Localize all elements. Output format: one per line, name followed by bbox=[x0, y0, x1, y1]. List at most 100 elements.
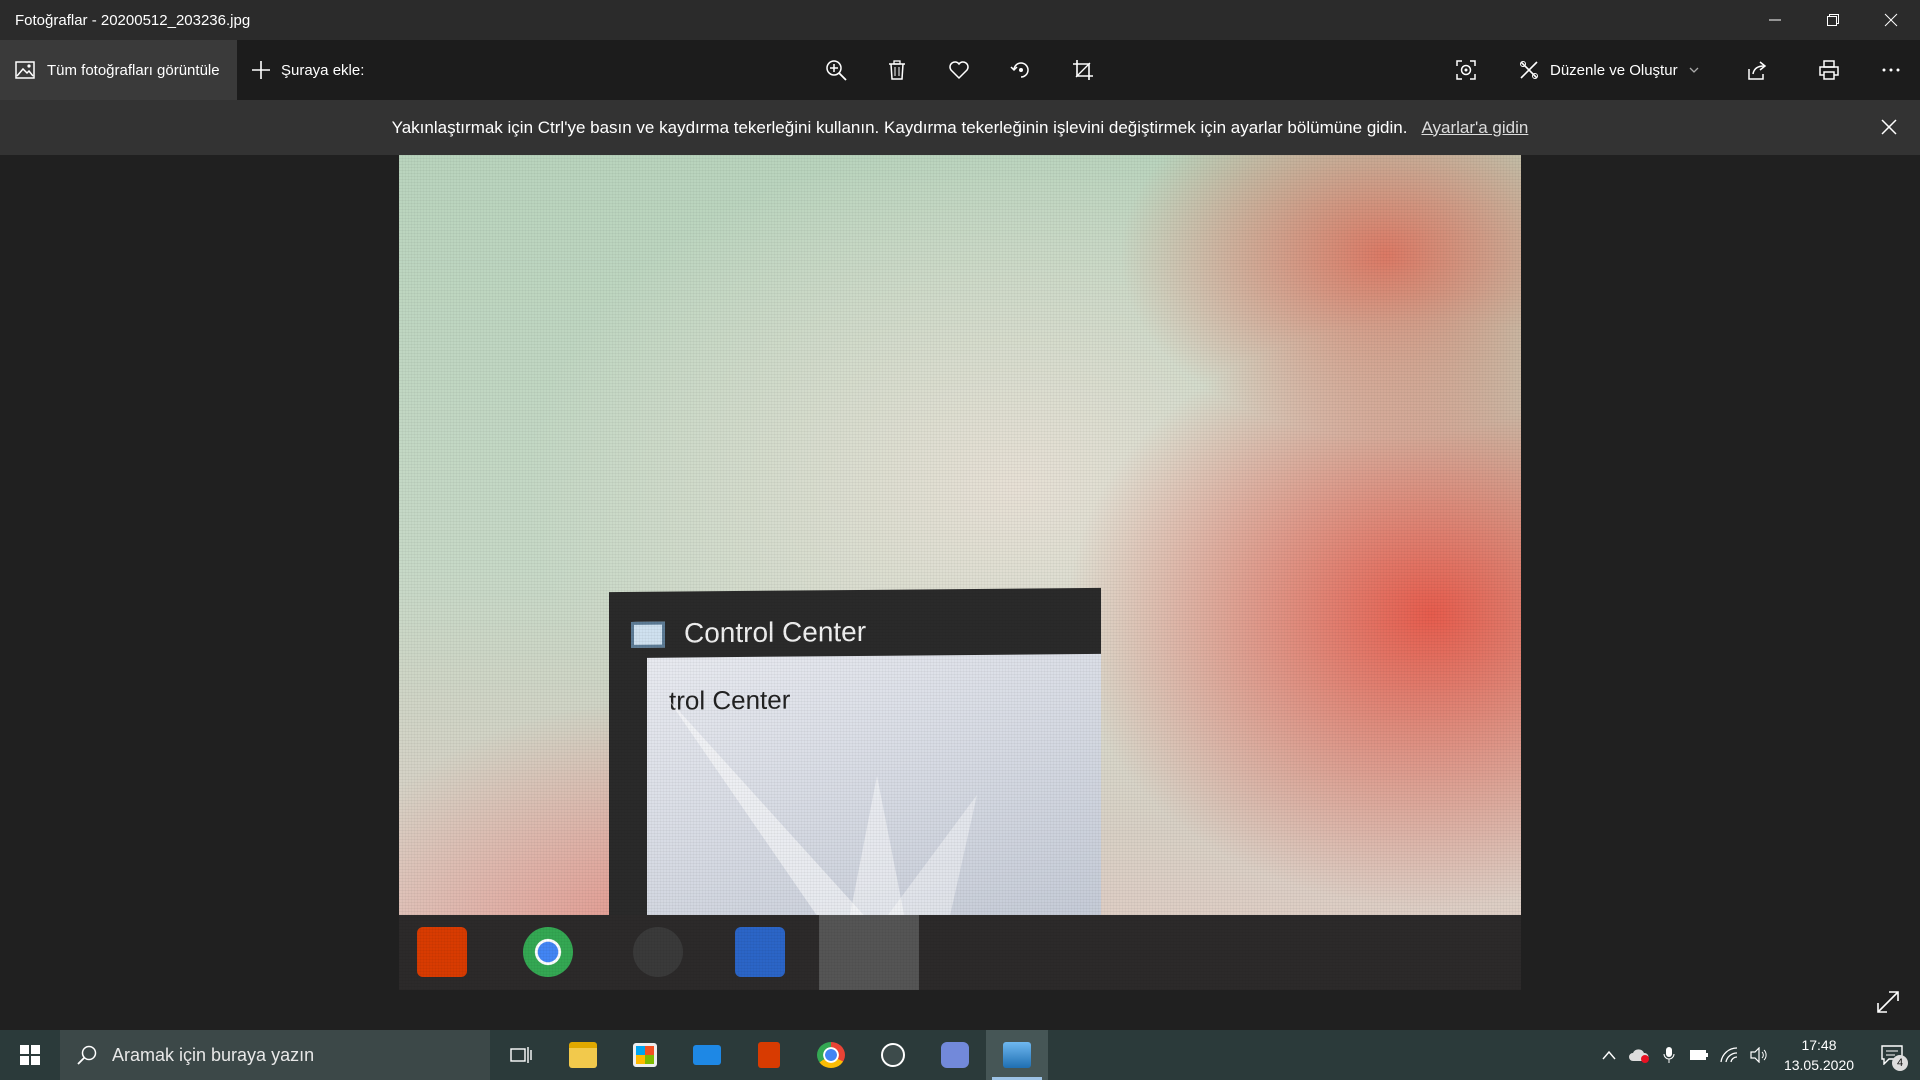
visual-search-icon bbox=[1456, 60, 1476, 80]
action-center-button[interactable]: 4 bbox=[1864, 1030, 1920, 1080]
delete-button[interactable] bbox=[874, 40, 920, 100]
search-icon bbox=[77, 1045, 97, 1065]
edit-create-button[interactable]: Düzenle ve Oluştur bbox=[1518, 40, 1700, 100]
taskbar-discord[interactable] bbox=[924, 1030, 986, 1080]
chrome-icon bbox=[523, 927, 573, 977]
taskbar-file-explorer[interactable] bbox=[552, 1030, 614, 1080]
photo-viewer[interactable]: Control Center trol Center bbox=[0, 155, 1920, 1030]
close-button[interactable] bbox=[1862, 0, 1920, 40]
favorite-icon bbox=[949, 61, 969, 80]
edit-create-label: Düzenle ve Oluştur bbox=[1550, 61, 1678, 79]
office-icon bbox=[758, 1042, 780, 1068]
windows-taskbar: Aramak için buraya yazın 17:48 13.05.202… bbox=[0, 1030, 1920, 1080]
preview-graphic bbox=[667, 697, 977, 931]
taskbar-store[interactable] bbox=[614, 1030, 676, 1080]
minimize-icon bbox=[1769, 19, 1781, 21]
share-icon bbox=[1748, 61, 1767, 80]
volume-icon bbox=[1750, 1047, 1767, 1063]
favorite-button[interactable] bbox=[936, 40, 982, 100]
whatsapp-icon bbox=[633, 927, 683, 977]
toolbar: Tüm fotoğrafları görüntüle Şuraya ekle: … bbox=[0, 40, 1920, 100]
control-center-icon bbox=[819, 915, 919, 990]
word-icon bbox=[735, 927, 785, 977]
photo-taskbar bbox=[399, 915, 1521, 990]
window-icon bbox=[631, 621, 665, 648]
task-view-icon bbox=[510, 1047, 532, 1063]
settings-link[interactable]: Ayarlar'a gidin bbox=[1421, 118, 1528, 138]
chevron-down-icon bbox=[1689, 67, 1699, 73]
photo-popup: Control Center trol Center bbox=[609, 587, 1101, 933]
task-view-button[interactable] bbox=[490, 1030, 552, 1080]
edit-create-icon bbox=[1520, 61, 1538, 79]
taskbar-whatsapp[interactable] bbox=[862, 1030, 924, 1080]
start-button[interactable] bbox=[0, 1030, 60, 1080]
mail-icon bbox=[693, 1045, 721, 1065]
battery-icon bbox=[1690, 1050, 1708, 1060]
minimize-button[interactable] bbox=[1746, 0, 1804, 40]
visual-search-button[interactable] bbox=[1443, 40, 1489, 100]
add-to-button[interactable]: Şuraya ekle: bbox=[237, 40, 364, 100]
rotate-icon bbox=[1010, 62, 1029, 78]
close-icon bbox=[1881, 119, 1897, 135]
dismiss-banner-button[interactable] bbox=[1876, 114, 1902, 140]
taskbar-photos[interactable] bbox=[986, 1030, 1048, 1080]
onedrive-button[interactable] bbox=[1624, 1030, 1654, 1080]
delete-icon bbox=[889, 60, 905, 80]
more-button[interactable] bbox=[1868, 40, 1914, 100]
photo-popup-title: Control Center bbox=[684, 615, 867, 649]
fullscreen-button[interactable] bbox=[1870, 984, 1906, 1020]
cloud-error-icon bbox=[1629, 1049, 1649, 1063]
window-title: Fotoğraflar - 20200512_203236.jpg bbox=[15, 11, 251, 29]
notification-badge: 4 bbox=[1892, 1055, 1908, 1071]
photo-image[interactable]: Control Center trol Center bbox=[399, 155, 1521, 990]
chevron-up-icon bbox=[1602, 1050, 1616, 1060]
battery-button[interactable] bbox=[1684, 1030, 1714, 1080]
store-icon bbox=[633, 1043, 657, 1067]
taskbar-mail[interactable] bbox=[676, 1030, 738, 1080]
restore-icon bbox=[1827, 14, 1839, 26]
photos-icon bbox=[1003, 1042, 1031, 1068]
photos-app: Fotoğraflar - 20200512_203236.jpg Tüm fo… bbox=[0, 0, 1920, 1080]
view-all-label: Tüm fotoğrafları görüntüle bbox=[47, 61, 220, 79]
wifi-button[interactable] bbox=[1714, 1030, 1744, 1080]
expand-icon bbox=[1877, 991, 1899, 1013]
image-icon bbox=[15, 61, 35, 79]
discord-icon bbox=[941, 1042, 969, 1068]
microphone-icon bbox=[1663, 1047, 1675, 1063]
file-explorer-icon bbox=[569, 1042, 597, 1068]
whatsapp-icon bbox=[881, 1043, 905, 1067]
crop-button[interactable] bbox=[1060, 40, 1106, 100]
zoom-in-button[interactable] bbox=[813, 40, 859, 100]
zoom-in-icon bbox=[826, 60, 847, 81]
clock-date: 13.05.2020 bbox=[1783, 1057, 1855, 1073]
title-bar: Fotoğraflar - 20200512_203236.jpg bbox=[0, 0, 1920, 40]
photo-popup-preview: trol Center bbox=[647, 653, 1101, 932]
restore-button[interactable] bbox=[1804, 0, 1862, 40]
print-icon bbox=[1819, 60, 1839, 80]
microphone-button[interactable] bbox=[1654, 1030, 1684, 1080]
wifi-icon bbox=[1720, 1047, 1738, 1063]
office-icon bbox=[417, 927, 467, 977]
share-button[interactable] bbox=[1734, 40, 1780, 100]
chrome-icon bbox=[817, 1042, 845, 1068]
taskbar-office[interactable] bbox=[738, 1030, 800, 1080]
taskbar-chrome[interactable] bbox=[800, 1030, 862, 1080]
volume-button[interactable] bbox=[1744, 1030, 1774, 1080]
clock[interactable]: 17:48 13.05.2020 bbox=[1774, 1030, 1864, 1080]
close-icon bbox=[1884, 13, 1898, 27]
view-all-photos-button[interactable]: Tüm fotoğrafları görüntüle bbox=[0, 40, 237, 100]
zoom-tip-banner: Yakınlaştırmak için Ctrl'ye basın ve kay… bbox=[0, 100, 1920, 155]
more-icon bbox=[1882, 68, 1900, 72]
taskbar-search[interactable]: Aramak için buraya yazın bbox=[60, 1030, 490, 1080]
zoom-tip-text: Yakınlaştırmak için Ctrl'ye basın ve kay… bbox=[391, 117, 1408, 137]
add-to-label: Şuraya ekle: bbox=[281, 61, 365, 79]
plus-icon bbox=[252, 61, 270, 79]
search-placeholder: Aramak için buraya yazın bbox=[112, 1044, 315, 1065]
rotate-button[interactable] bbox=[998, 40, 1044, 100]
clock-time: 17:48 bbox=[1801, 1037, 1837, 1053]
show-hidden-icons-button[interactable] bbox=[1594, 1030, 1624, 1080]
windows-logo-icon bbox=[20, 1045, 40, 1065]
system-tray: 17:48 13.05.2020 4 bbox=[1594, 1030, 1920, 1080]
print-button[interactable] bbox=[1806, 40, 1852, 100]
crop-icon bbox=[1073, 60, 1093, 80]
